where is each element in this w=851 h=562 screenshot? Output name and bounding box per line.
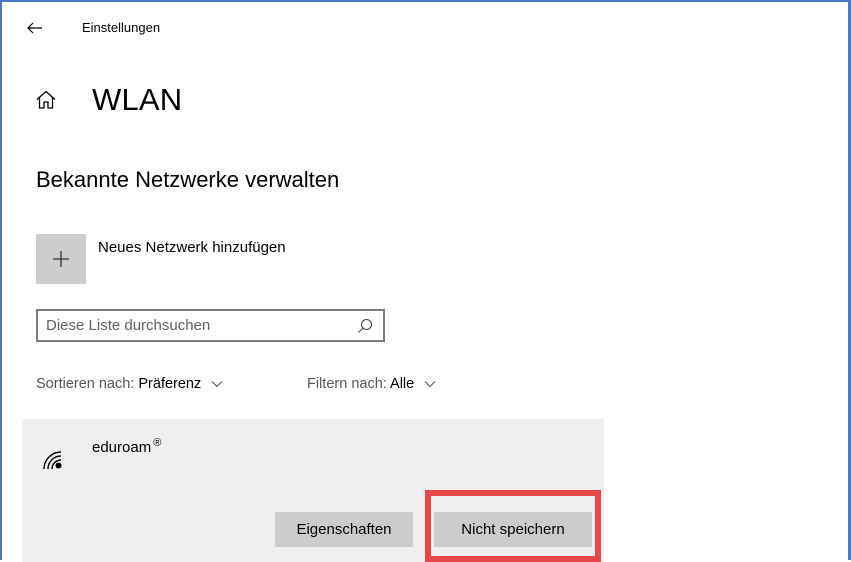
properties-button[interactable]: Eigenschaften — [275, 512, 413, 547]
add-network-label: Neues Netzwerk hinzufügen — [98, 239, 286, 256]
app-title: Einstellungen — [82, 20, 161, 35]
section-title: Bekannte Netzwerke verwalten — [36, 167, 340, 192]
filter-dropdown[interactable]: Filtern nach: Alle — [307, 376, 436, 392]
network-list-item[interactable]: eduroam ® Eigenschaften Nicht speichern — [22, 419, 604, 562]
wifi-secured-icon — [43, 451, 62, 470]
network-name: eduroam ® — [92, 437, 162, 456]
title-bar: Einstellungen — [2, 2, 851, 52]
back-button[interactable] — [20, 14, 50, 42]
sort-value: Präferenz — [138, 376, 202, 392]
add-network-button[interactable]: Neues Netzwerk hinzufügen — [36, 234, 456, 284]
forget-network-button[interactable]: Nicht speichern — [434, 512, 592, 547]
add-network-tile[interactable] — [36, 234, 86, 284]
page-title: WLAN — [92, 82, 183, 117]
search-icon[interactable] — [357, 318, 373, 334]
sort-dropdown[interactable]: Sortieren nach: Präferenz — [36, 376, 223, 392]
registered-mark: ® — [153, 437, 162, 449]
sort-label: Sortieren nach: — [36, 376, 135, 392]
plus-icon — [53, 251, 69, 267]
arrow-left-icon — [27, 22, 42, 34]
chevron-down-icon — [211, 381, 223, 388]
filter-label: Filtern nach: — [307, 376, 387, 392]
chevron-down-icon — [424, 381, 436, 388]
network-name-text: eduroam — [92, 439, 152, 456]
window-frame: Einstellungen WLAN Bekannte Netzwerke ve… — [0, 0, 851, 562]
search-input[interactable] — [38, 311, 346, 340]
home-icon — [36, 90, 56, 109]
search-box[interactable] — [36, 309, 385, 342]
filter-value: Alle — [390, 376, 415, 392]
